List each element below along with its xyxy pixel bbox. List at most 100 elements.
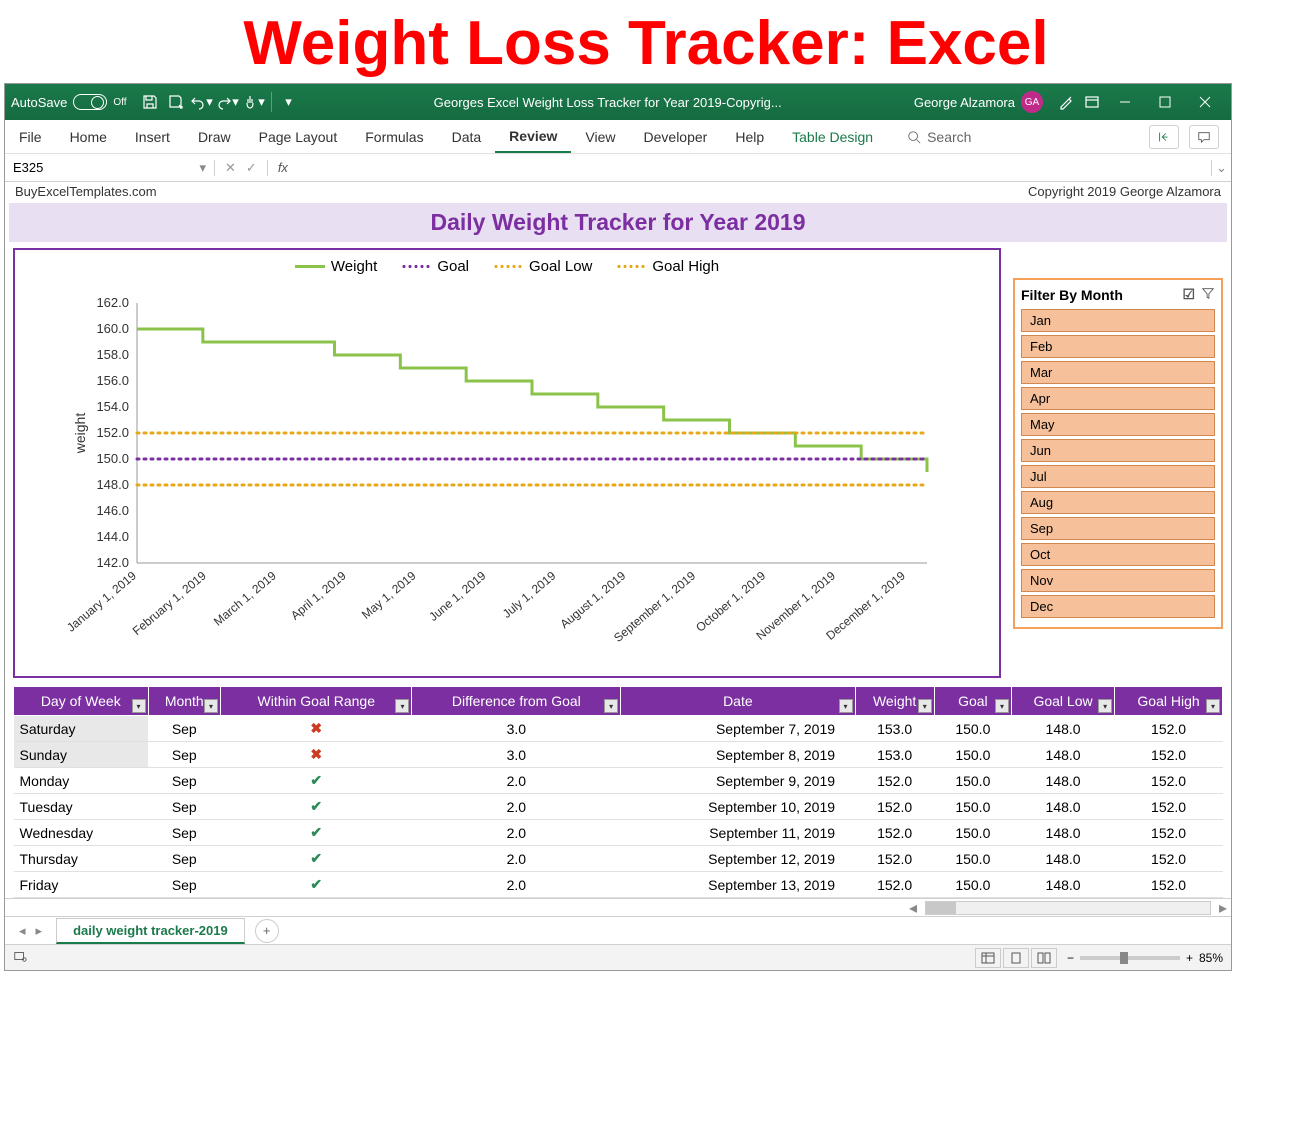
tab-view[interactable]: View: [571, 120, 629, 153]
tab-insert[interactable]: Insert: [121, 120, 184, 153]
tab-file[interactable]: File: [5, 120, 56, 153]
share-button[interactable]: [1149, 125, 1179, 149]
minimize-button[interactable]: [1105, 88, 1145, 116]
name-box[interactable]: E325 ▾: [5, 160, 215, 176]
chart-canvas: 142.0144.0146.0148.0150.0152.0154.0156.0…: [23, 283, 991, 663]
search-box[interactable]: Search: [907, 129, 971, 145]
col-header[interactable]: Day of Week▾: [14, 687, 149, 716]
tab-home[interactable]: Home: [56, 120, 121, 153]
next-sheet-icon[interactable]: ▸: [36, 923, 43, 939]
zoom-slider[interactable]: [1080, 956, 1180, 960]
slicer-item-jul[interactable]: Jul: [1021, 465, 1215, 488]
zoom-level[interactable]: 85%: [1199, 951, 1223, 965]
slicer-item-feb[interactable]: Feb: [1021, 335, 1215, 358]
maximize-button[interactable]: [1145, 88, 1185, 116]
expand-formula-bar[interactable]: ⌄: [1211, 160, 1231, 176]
sheet-copyright: Copyright 2019 George Alzamora: [1028, 184, 1221, 199]
qat-customize-icon[interactable]: ▾: [276, 89, 302, 115]
zoom-in-button[interactable]: +: [1186, 951, 1193, 965]
slicer-item-jun[interactable]: Jun: [1021, 439, 1215, 462]
scroll-left-icon[interactable]: ◂: [905, 898, 921, 918]
cancel-icon[interactable]: ✕: [225, 160, 236, 176]
tab-developer[interactable]: Developer: [630, 120, 722, 153]
col-header[interactable]: Goal Low▾: [1011, 687, 1114, 716]
weight-chart[interactable]: Weight Goal Goal Low Goal High 142.0144.…: [13, 248, 1001, 678]
table-row[interactable]: SaturdaySep✖3.0September 7, 2019153.0150…: [14, 716, 1223, 742]
col-header[interactable]: Difference from Goal▾: [412, 687, 621, 716]
add-sheet-button[interactable]: +: [255, 919, 279, 943]
tab-help[interactable]: Help: [721, 120, 778, 153]
tab-draw[interactable]: Draw: [184, 120, 245, 153]
col-header[interactable]: Weight▾: [855, 687, 934, 716]
multi-select-icon[interactable]: ☑: [1182, 286, 1195, 303]
filter-dropdown-icon[interactable]: ▾: [204, 699, 218, 713]
slicer-item-dec[interactable]: Dec: [1021, 595, 1215, 618]
svg-text:January 1, 2019: January 1, 2019: [64, 568, 139, 634]
save-as-icon[interactable]: [163, 89, 189, 115]
col-header[interactable]: Goal▾: [934, 687, 1011, 716]
page-layout-view-icon[interactable]: [1003, 948, 1029, 968]
redo-icon[interactable]: ▾: [215, 89, 241, 115]
search-label: Search: [927, 129, 971, 145]
filter-dropdown-icon[interactable]: ▾: [395, 699, 409, 713]
col-header[interactable]: Goal High▾: [1115, 687, 1223, 716]
filter-dropdown-icon[interactable]: ▾: [839, 699, 853, 713]
col-header[interactable]: Date▾: [621, 687, 855, 716]
filter-dropdown-icon[interactable]: ▾: [604, 699, 618, 713]
avatar[interactable]: GA: [1021, 91, 1043, 113]
svg-text:160.0: 160.0: [96, 321, 129, 336]
tab-formulas[interactable]: Formulas: [351, 120, 437, 153]
slicer-item-may[interactable]: May: [1021, 413, 1215, 436]
titlebar: AutoSave Off ▾ ▾ ▾ ▾ Georges Excel Weigh…: [5, 84, 1231, 120]
svg-text:May 1, 2019: May 1, 2019: [359, 568, 419, 621]
tab-review[interactable]: Review: [495, 120, 571, 153]
filter-dropdown-icon[interactable]: ▾: [1098, 699, 1112, 713]
table-row[interactable]: SundaySep✖3.0September 8, 2019153.0150.0…: [14, 742, 1223, 768]
comments-button[interactable]: [1189, 125, 1219, 149]
table-row[interactable]: TuesdaySep✔2.0September 10, 2019152.0150…: [14, 794, 1223, 820]
sheet-tab-active[interactable]: daily weight tracker-2019: [56, 918, 245, 944]
slicer-item-mar[interactable]: Mar: [1021, 361, 1215, 384]
tab-table-design[interactable]: Table Design: [778, 120, 887, 153]
undo-icon[interactable]: ▾: [189, 89, 215, 115]
slicer-item-nov[interactable]: Nov: [1021, 569, 1215, 592]
touch-mode-icon[interactable]: ▾: [241, 89, 267, 115]
record-macro-icon[interactable]: [13, 952, 27, 966]
svg-text:August 1, 2019: August 1, 2019: [557, 568, 628, 631]
page-break-view-icon[interactable]: [1031, 948, 1057, 968]
filter-dropdown-icon[interactable]: ▾: [132, 699, 146, 713]
normal-view-icon[interactable]: [975, 948, 1001, 968]
table-row[interactable]: ThursdaySep✔2.0September 12, 2019152.015…: [14, 846, 1223, 872]
autosave-toggle[interactable]: AutoSave Off: [11, 94, 127, 110]
table-row[interactable]: MondaySep✔2.0September 9, 2019152.0150.0…: [14, 768, 1223, 794]
filter-dropdown-icon[interactable]: ▾: [1206, 699, 1220, 713]
slicer-item-sep[interactable]: Sep: [1021, 517, 1215, 540]
prev-sheet-icon[interactable]: ◂: [19, 923, 26, 939]
clear-filter-icon[interactable]: [1201, 286, 1215, 303]
fx-label[interactable]: fx: [268, 160, 298, 175]
horizontal-scrollbar[interactable]: [925, 901, 1211, 915]
slicer-item-apr[interactable]: Apr: [1021, 387, 1215, 410]
slicer-item-aug[interactable]: Aug: [1021, 491, 1215, 514]
zoom-out-button[interactable]: −: [1067, 951, 1074, 965]
filter-dropdown-icon[interactable]: ▾: [918, 699, 932, 713]
scroll-right-icon[interactable]: ▸: [1215, 898, 1231, 918]
user-name: George Alzamora: [914, 95, 1015, 110]
pen-icon[interactable]: [1053, 89, 1079, 115]
enter-icon[interactable]: ✓: [246, 160, 257, 176]
tab-page-layout[interactable]: Page Layout: [245, 120, 352, 153]
close-button[interactable]: [1185, 88, 1225, 116]
col-header[interactable]: Month▾: [148, 687, 221, 716]
slicer-item-oct[interactable]: Oct: [1021, 543, 1215, 566]
svg-text:144.0: 144.0: [96, 529, 129, 544]
month-slicer: Filter By Month ☑ JanFebMarAprMayJunJulA…: [1013, 278, 1223, 629]
col-header[interactable]: Within Goal Range▾: [221, 687, 412, 716]
slicer-item-jan[interactable]: Jan: [1021, 309, 1215, 332]
filter-dropdown-icon[interactable]: ▾: [995, 699, 1009, 713]
table-row[interactable]: FridaySep✔2.0September 13, 2019152.0150.…: [14, 872, 1223, 898]
table-row[interactable]: WednesdaySep✔2.0September 11, 2019152.01…: [14, 820, 1223, 846]
save-icon[interactable]: [137, 89, 163, 115]
excel-window: AutoSave Off ▾ ▾ ▾ ▾ Georges Excel Weigh…: [4, 83, 1232, 971]
ribbon-display-icon[interactable]: [1079, 89, 1105, 115]
tab-data[interactable]: Data: [438, 120, 496, 153]
